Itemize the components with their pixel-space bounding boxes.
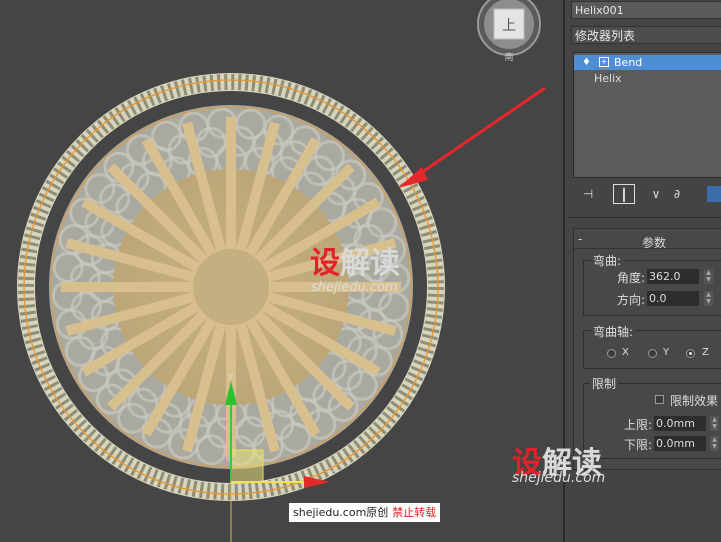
make-unique-icon[interactable]: ∨ [647, 184, 665, 204]
axis-x-radio[interactable] [607, 349, 616, 358]
show-end-result-icon[interactable]: ┃ [613, 184, 635, 204]
upper-limit-spinner[interactable]: ▲ ▼ [710, 416, 719, 431]
stack-item-bend[interactable]: ♦ + Bend [574, 55, 721, 70]
limit-effect-checkbox[interactable] [655, 395, 664, 404]
lower-limit-spinner[interactable]: ▲ ▼ [710, 436, 719, 451]
watermark-site: shejiedu.com [311, 280, 398, 295]
expand-plus-icon[interactable]: + [599, 57, 609, 67]
rollout-header[interactable]: - 参数 [574, 232, 721, 250]
rollout-title: 参数 [642, 236, 667, 250]
watermark-site-bottom: shejiedu.com [512, 470, 606, 486]
viewport-top[interactable]: y x 上 南 设解读 shejiedu.com shejiedu.com原创禁… [0, 0, 563, 542]
limits-group: 限制 限制效果 上限: 0.0mm ▲ ▼ 下限: 0.0mm ▲ ▼ [583, 375, 721, 459]
pin-stack-icon[interactable]: ⊣ [579, 184, 597, 204]
configure-modifier-sets-icon[interactable] [707, 186, 721, 202]
limit-effect-label: 限制效果 [670, 394, 719, 408]
viewcube-compass-south: 南 [504, 51, 513, 63]
upper-limit-label: 上限: [624, 418, 653, 432]
parameters-rollout: - 参数 弯曲: 角度: 362.0 ▲ ▼ 方向: 0.0 ▲ ▼ 弯曲轴: X … [573, 228, 721, 470]
copyright-notice: shejiedu.com原创 禁止转载 [289, 503, 441, 522]
stack-item-label: Helix [594, 72, 622, 85]
bend-axis-label: 弯曲轴: [591, 323, 636, 340]
lower-limit-input[interactable]: 0.0mm [654, 436, 706, 451]
bend-group-label: 弯曲: [591, 252, 624, 269]
modifier-list-dropdown[interactable]: 修改器列表 [571, 26, 721, 44]
basket-scene[interactable]: y x 上 南 [0, 0, 563, 542]
viewcube-face-label: 上 [502, 18, 516, 34]
axis-z-label: Z [702, 347, 709, 358]
gizmo-plane-handle[interactable] [230, 449, 264, 483]
annotation-arrow [398, 86, 546, 188]
panel-divider [569, 217, 721, 218]
axis-z-radio[interactable] [686, 349, 695, 358]
lower-limit-label: 下限: [624, 438, 653, 452]
gizmo-y-label: y [228, 371, 234, 381]
direction-input[interactable]: 0.0 [647, 291, 699, 306]
upper-limit-input[interactable]: 0.0mm [654, 416, 706, 431]
axis-x-label: X [622, 347, 629, 358]
watermark-logo: 设解读 [310, 246, 400, 281]
modifier-stack[interactable]: ♦ + Bend Helix [573, 52, 721, 178]
basket-center [193, 249, 269, 325]
bend-axis-group: 弯曲轴: X Y Z [583, 323, 721, 369]
gizmo-x-label: x [329, 468, 335, 478]
angle-spinner[interactable]: ▲ ▼ [704, 269, 713, 284]
axis-y-radio[interactable] [648, 349, 657, 358]
direction-label: 方向: [617, 293, 646, 307]
direction-spinner[interactable]: ▲ ▼ [704, 291, 713, 306]
bend-group: 弯曲: 角度: 362.0 ▲ ▼ 方向: 0.0 ▲ ▼ [583, 252, 721, 316]
object-name-field[interactable]: Helix001 [571, 1, 721, 19]
angle-input[interactable]: 362.0 [647, 269, 699, 284]
axis-y-label: Y [663, 347, 670, 358]
stack-item-label: Bend [614, 56, 643, 69]
stack-item-helix[interactable]: Helix [574, 71, 721, 86]
rollout-collapse-toggle[interactable]: - [578, 232, 582, 246]
limits-group-label: 限制 [590, 375, 619, 392]
lightbulb-icon[interactable]: ♦ [582, 55, 591, 70]
angle-label: 角度: [617, 271, 646, 285]
viewcube[interactable]: 上 南 [477, 0, 541, 63]
remove-modifier-icon[interactable]: ∂ [669, 184, 685, 204]
